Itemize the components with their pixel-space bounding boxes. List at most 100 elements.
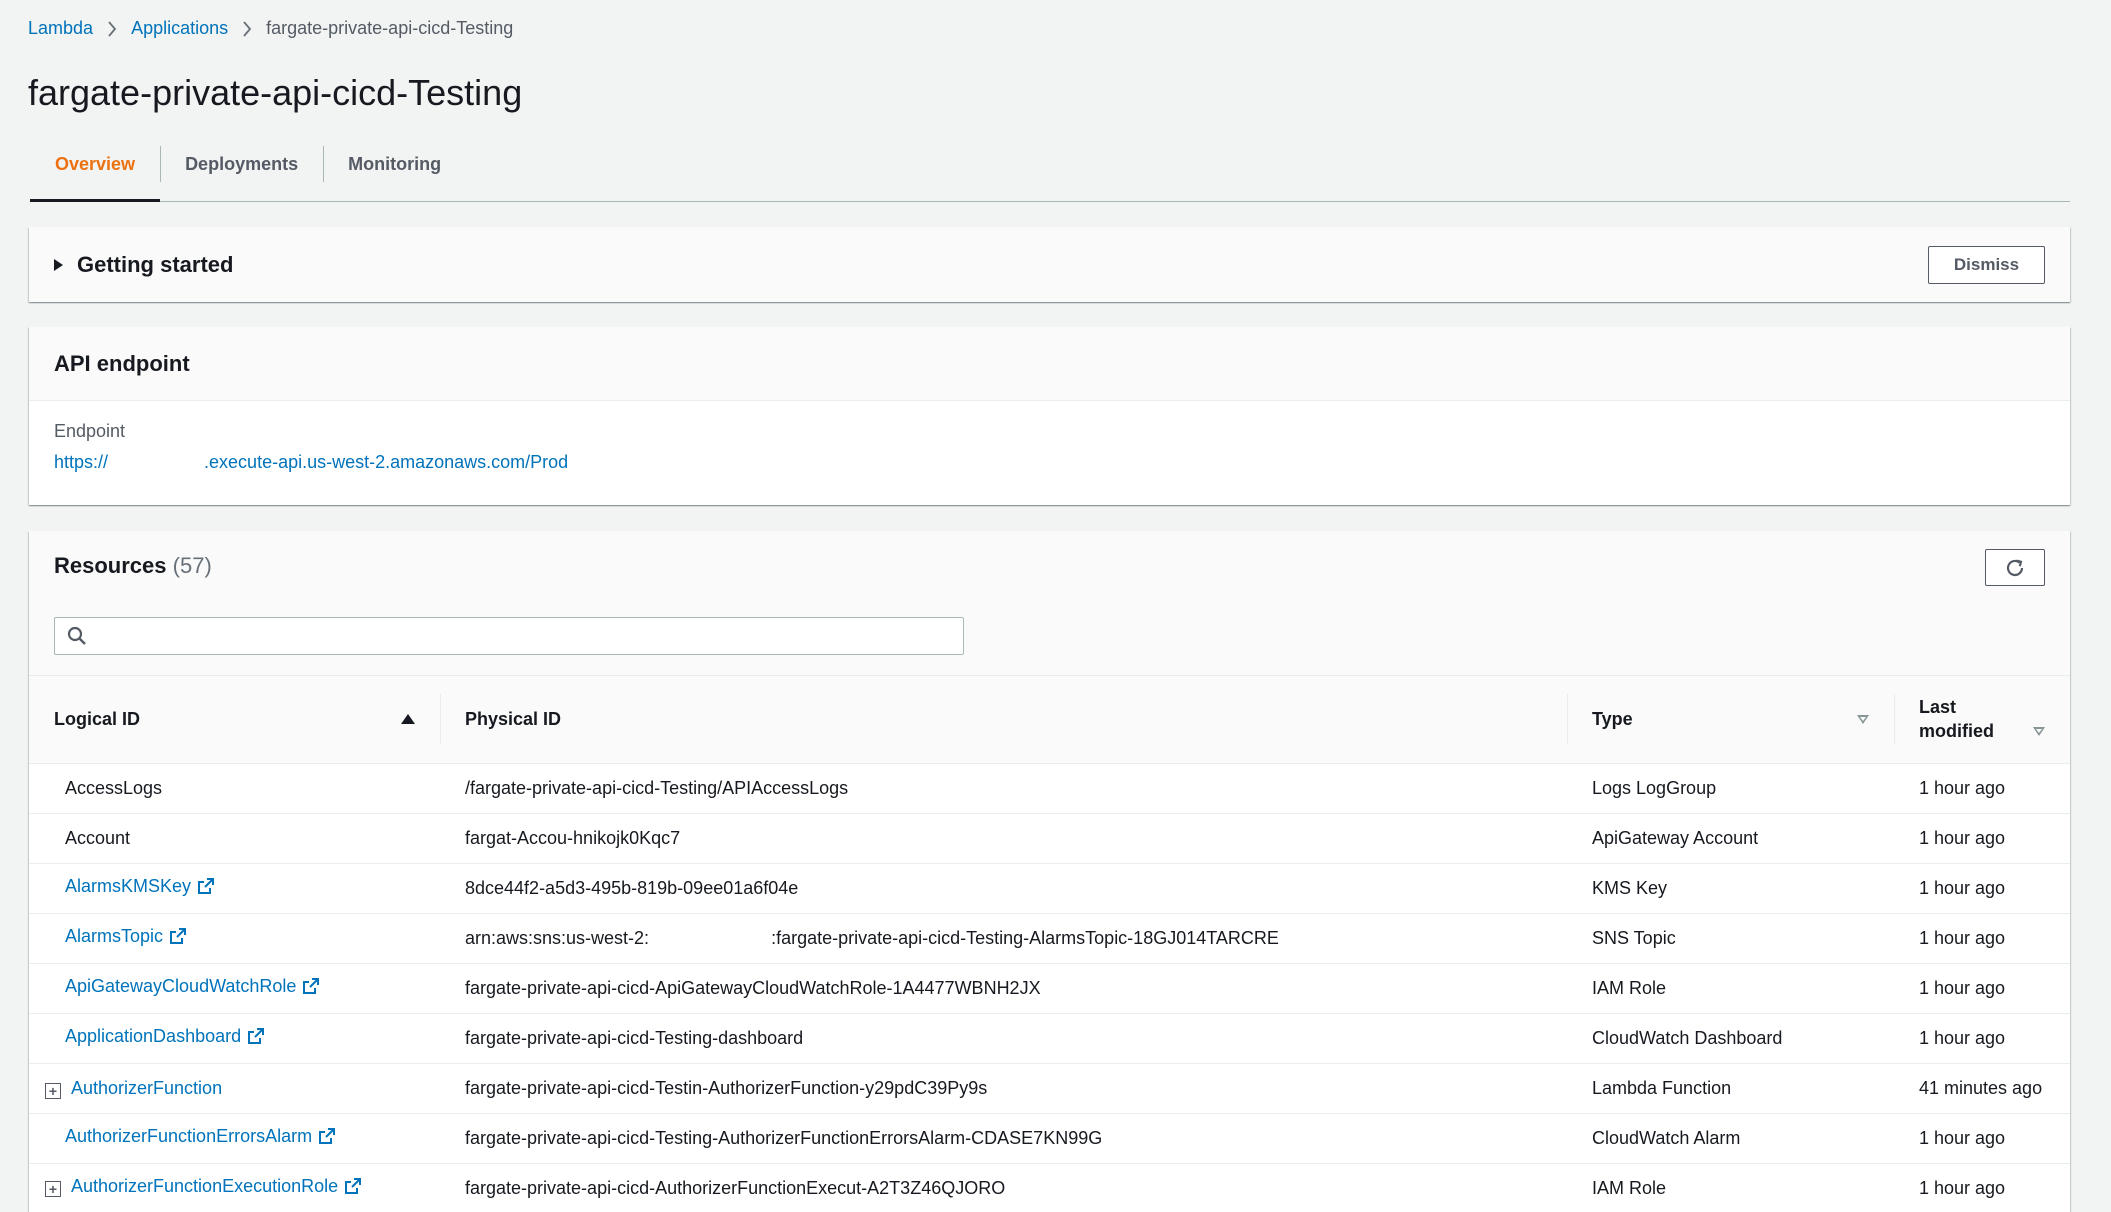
logical-id-cell: + AuthorizerFunctionExecutionRole [29,1163,440,1212]
logical-id-link[interactable]: ApiGatewayCloudWatchRole [65,976,296,996]
last-modified-cell: 1 hour ago [1894,863,2070,914]
resources-title-text: Resources [54,553,167,578]
external-link-icon[interactable] [169,927,187,950]
endpoint-link[interactable]: https:// .execute-api.us-west-2.amazonaws… [54,452,568,472]
tab-bar: Overview Deployments Monitoring [30,144,2070,202]
column-header-last-modified[interactable]: Last modified [1894,676,2070,764]
table-row: AccessLogs /fargate-private-api-cicd-Tes… [29,763,2070,814]
logical-id-link[interactable]: AuthorizerFunctionExecutionRole [71,1176,338,1196]
column-header-logical-id[interactable]: Logical ID [29,676,440,764]
endpoint-label: Endpoint [54,421,126,441]
type-cell: SNS Topic [1567,913,1894,964]
last-modified-cell: 1 hour ago [1894,1113,2070,1164]
table-row: AuthorizerFunctionErrorsAlarm fargate-pr… [29,1113,2070,1164]
api-endpoint-title: API endpoint [54,350,190,376]
logical-id-cell: ApiGatewayCloudWatchRole [29,963,440,1014]
tab-monitoring-label: Monitoring [348,154,442,174]
external-link-icon[interactable] [318,1127,336,1150]
physical-id-header-label: Physical ID [465,708,562,729]
tab-overview[interactable]: Overview [30,144,161,202]
logical-id-cell: ApplicationDashboard [29,1013,440,1064]
logical-id-link[interactable]: AlarmsTopic [65,926,163,946]
breadcrumb-lambda[interactable]: Lambda [28,18,93,39]
getting-started-panel: Getting started Dismiss [29,227,2070,302]
physical-id-cell: fargate-private-api-cicd-Testin-Authoriz… [440,1063,1567,1114]
physical-id-cell: /fargate-private-api-cicd-Testing/APIAcc… [440,763,1567,814]
last-modified-cell: 1 hour ago [1894,1013,2070,1064]
table-row: AlarmsKMSKey 8dce44f2-a5d3-495b-819b-09e… [29,863,2070,914]
external-link-icon[interactable] [247,1027,265,1050]
type-cell: IAM Role [1567,1163,1894,1212]
page-title: fargate-private-api-cicd-Testing [28,72,523,113]
caret-right-icon [54,258,63,271]
external-link-icon[interactable] [344,1177,362,1200]
logical-id-cell: AlarmsTopic [29,913,440,964]
table-row: ApplicationDashboard fargate-private-api… [29,1013,2070,1064]
last-modified-cell: 1 hour ago [1894,1163,2070,1212]
resources-panel: Resources (57) Logical ID Physical ID Ty… [29,531,2070,1212]
physical-id-cell: fargate-private-api-cicd-Testing-dashboa… [440,1013,1567,1064]
type-cell: Logs LogGroup [1567,763,1894,814]
logical-id-cell: AuthorizerFunctionErrorsAlarm [29,1113,440,1164]
tab-deployments-label: Deployments [185,154,299,174]
table-row: + AuthorizerFunctionExecutionRole fargate… [29,1163,2070,1212]
expand-plus-icon[interactable]: + [45,1181,61,1197]
type-header-label: Type [1592,708,1633,729]
table-row: + AuthorizerFunction fargate-private-api-… [29,1063,2070,1114]
type-cell: ApiGateway Account [1567,813,1894,864]
logical-id-link[interactable]: AuthorizerFunctionErrorsAlarm [65,1126,312,1146]
sort-descending-icon [2033,726,2045,736]
tab-deployments[interactable]: Deployments [160,144,323,201]
external-link-icon[interactable] [302,977,320,1000]
sort-descending-icon [1857,714,1869,724]
dismiss-button[interactable]: Dismiss [1928,245,2045,284]
chevron-right-icon [107,20,117,37]
resources-title: Resources (57) [54,553,212,579]
sort-ascending-icon [401,714,415,725]
tab-monitoring[interactable]: Monitoring [323,144,466,201]
refresh-button[interactable] [1985,549,2045,586]
table-row: Account fargat-Accou-hnikojk0Kqc7 ApiGat… [29,813,2070,864]
physical-id-cell: 8dce44f2-a5d3-495b-819b-09ee01a6f04e [440,863,1567,914]
column-header-type[interactable]: Type [1567,676,1894,764]
search-icon [67,626,86,645]
type-cell: CloudWatch Dashboard [1567,1013,1894,1064]
external-link-icon[interactable] [197,877,215,900]
last-modified-cell: 1 hour ago [1894,763,2070,814]
logical-id-link[interactable]: AuthorizerFunction [71,1078,222,1098]
breadcrumb: Lambda Applications fargate-private-api-… [28,18,513,39]
resources-table: Logical ID Physical ID Type Last modified… [29,676,2070,1212]
physical-id-cell: fargate-private-api-cicd-Testing-Authori… [440,1113,1567,1164]
table-row: AlarmsTopic arn:aws:sns:us-west-2::farga… [29,913,2070,964]
type-cell: IAM Role [1567,963,1894,1014]
getting-started-title: Getting started [77,251,234,277]
last-modified-cell: 1 hour ago [1894,963,2070,1014]
logical-id-link[interactable]: ApplicationDashboard [65,1026,241,1046]
resources-search-input[interactable] [95,619,963,653]
resources-count: (57) [172,553,212,578]
type-cell: Lambda Function [1567,1063,1894,1114]
tab-overview-label: Overview [55,154,136,174]
column-header-physical-id[interactable]: Physical ID [440,676,1567,764]
last-modified-cell: 41 minutes ago [1894,1063,2070,1114]
logical-id-link[interactable]: AlarmsKMSKey [65,876,191,896]
logical-id-header-label: Logical ID [54,708,141,729]
type-cell: CloudWatch Alarm [1567,1113,1894,1164]
physical-id-cell: fargate-private-api-cicd-ApiGatewayCloud… [440,963,1567,1014]
breadcrumb-applications[interactable]: Applications [131,18,228,39]
last-modified-header-label: Last modified [1919,697,1994,742]
physical-id-cell: arn:aws:sns:us-west-2::fargate-private-a… [440,913,1567,964]
getting-started-toggle[interactable]: Getting started [54,252,233,278]
logical-id-cell: Account [29,813,440,864]
physical-id-prefix: arn:aws:sns:us-west-2: [465,927,650,948]
last-modified-cell: 1 hour ago [1894,913,2070,964]
expand-plus-icon[interactable]: + [45,1082,61,1099]
breadcrumb-current: fargate-private-api-cicd-Testing [266,18,514,38]
logical-id-cell: + AuthorizerFunction [29,1063,440,1114]
chevron-right-icon [242,20,252,37]
logical-id-cell: AccessLogs [29,763,440,814]
endpoint-prefix: https:// [54,452,109,472]
search-box [54,617,964,655]
physical-id-cell: fargate-private-api-cicd-AuthorizerFunct… [440,1163,1567,1212]
table-row: ApiGatewayCloudWatchRole fargate-private… [29,963,2070,1014]
